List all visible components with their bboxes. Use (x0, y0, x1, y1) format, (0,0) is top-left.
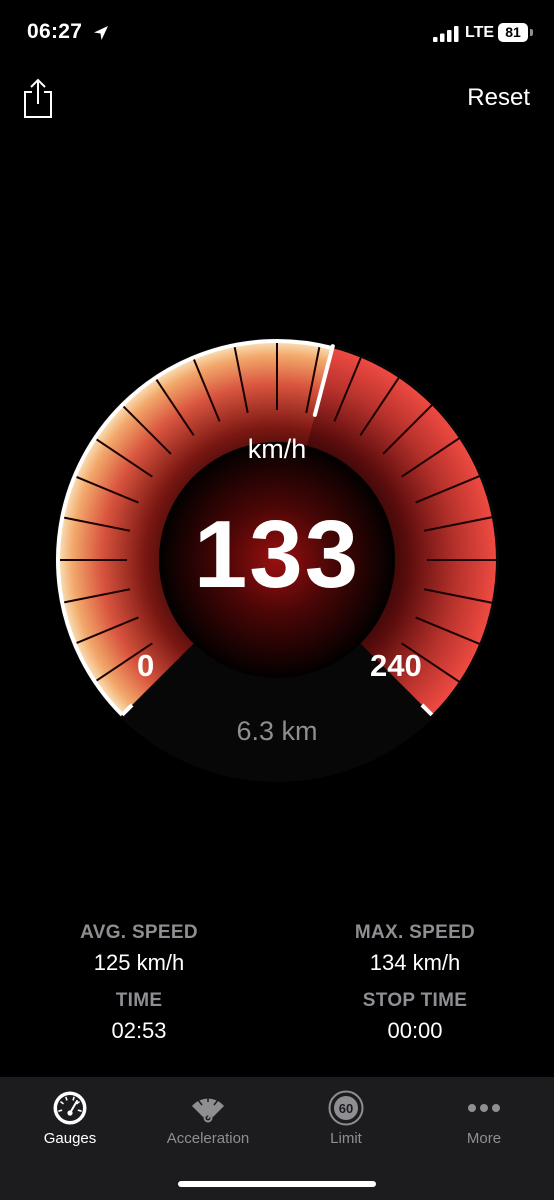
time-label: TIME (115, 990, 163, 1011)
tab-gauges[interactable]: Gauges (1, 1077, 139, 1157)
avg-speed-value: 125 km/h (93, 950, 185, 975)
avg-speed-stat: AVG. SPEED 125 km/h (14, 922, 264, 976)
speed-limit-value: 60 (339, 1101, 353, 1116)
max-speed-stat: MAX. SPEED 134 km/h (290, 922, 540, 976)
tab-more[interactable]: More (415, 1077, 553, 1157)
battery-tip (530, 29, 533, 36)
stop-time-stat: STOP TIME 00:00 (290, 990, 540, 1044)
tab-limit[interactable]: 60 Limit (277, 1077, 415, 1157)
current-speed: 133 (193, 501, 361, 608)
stop-time-label: STOP TIME (362, 990, 468, 1011)
gauge-unit-label: km/h (247, 434, 307, 464)
tab-acceleration[interactable]: Acceleration (139, 1077, 277, 1157)
speed-limit-sign-icon: 60 (328, 1090, 364, 1126)
location-arrow-icon (94, 26, 108, 40)
reset-button[interactable]: Reset (467, 84, 530, 112)
acceleration-gauge-icon (192, 1096, 224, 1123)
stop-time-value: 00:00 (387, 1018, 443, 1043)
max-speed-value: 134 km/h (369, 950, 461, 975)
max-speed-label: MAX. SPEED (354, 922, 476, 943)
time-value: 02:53 (111, 1018, 167, 1043)
share-icon[interactable] (22, 76, 54, 120)
speedometer-screen: 06:27 LTE 81 Reset km/h 133 0 240 6.3 km… (0, 0, 554, 1200)
trip-distance: 6.3 km (236, 716, 318, 746)
speedometer-icon (53, 1091, 87, 1125)
tab-acceleration-label: Acceleration (166, 1130, 250, 1147)
cellular-signal-icon (433, 26, 459, 42)
tab-gauges-label: Gauges (43, 1130, 97, 1147)
gauge-max-label: 240 (370, 648, 422, 683)
gauge-min-label: 0 (137, 648, 155, 683)
time-stat: TIME 02:53 (14, 990, 264, 1044)
avg-speed-label: AVG. SPEED (80, 922, 198, 943)
status-bar: 06:27 LTE 81 (0, 0, 554, 70)
tab-more-label: More (466, 1130, 502, 1147)
home-indicator[interactable] (178, 1181, 376, 1187)
battery-icon: 81 (498, 23, 528, 42)
status-time: 06:27 (27, 20, 83, 43)
more-dots-icon (468, 1104, 500, 1112)
network-type: LTE (465, 24, 495, 41)
tab-limit-label: Limit (330, 1130, 362, 1147)
